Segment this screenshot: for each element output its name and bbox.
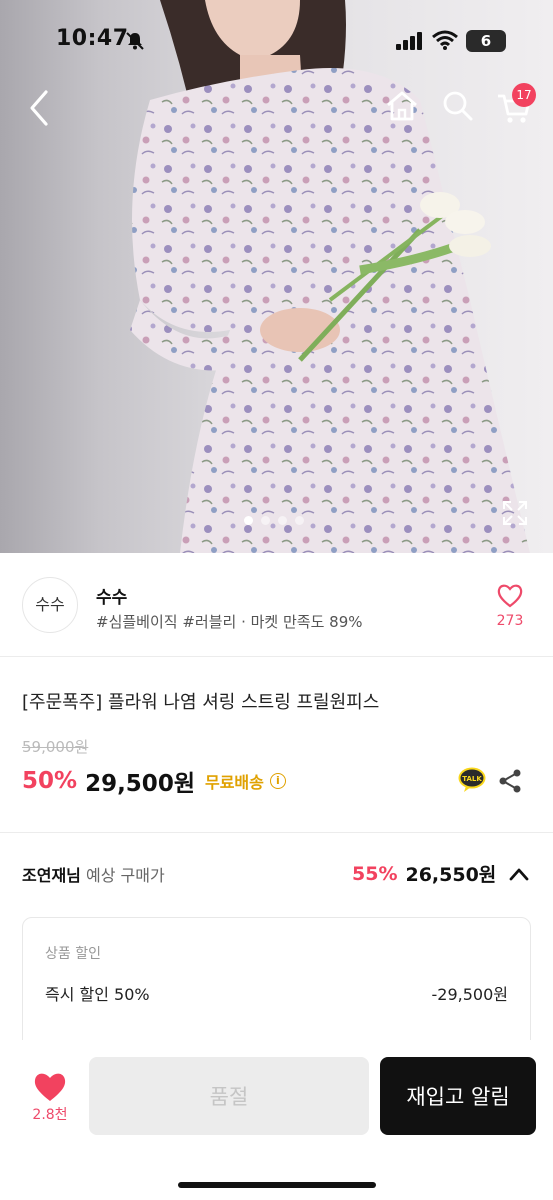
member-price-caption: 예상 구매가 xyxy=(80,866,165,885)
bell-slash-icon xyxy=(126,32,144,50)
wish-count: 2.8천 xyxy=(32,1107,68,1123)
carousel-dot[interactable] xyxy=(295,516,304,525)
back-arrow-icon[interactable] xyxy=(24,88,60,128)
instant-discount-amount: -29,500원 xyxy=(431,985,508,1004)
heart-filled-icon[interactable] xyxy=(30,1070,70,1104)
store-logo[interactable]: 수수 xyxy=(22,577,78,633)
store-info[interactable]: 수수 수수 #심플베이직 #러블리 · 마켓 만족도 89% 273 xyxy=(0,553,553,656)
member-price-amount: 26,550원 xyxy=(405,864,497,886)
battery-indicator: 6 xyxy=(466,30,506,52)
cart-count-badge: 17 xyxy=(512,83,536,107)
bottom-action-bar: 2.8천 품절 재입고 알림 xyxy=(0,1040,553,1200)
wifi-icon xyxy=(432,30,458,50)
divider xyxy=(0,656,553,657)
product-image[interactable]: 10:47 6 17 xyxy=(0,0,553,553)
discount-rate: 50% xyxy=(22,768,78,794)
member-price-label: 조연재님 예상 구매가 xyxy=(22,862,165,886)
svg-text:TALK: TALK xyxy=(462,775,482,783)
price-row: 50% 29,500원 무료배송 i xyxy=(22,764,286,798)
status-bar: 10:47 6 xyxy=(0,0,553,80)
member-price: 55% 26,550원 xyxy=(352,860,496,887)
carousel-dot[interactable] xyxy=(261,516,270,525)
divider xyxy=(0,832,553,833)
fullscreen-icon[interactable] xyxy=(502,500,528,526)
free-shipping-label: 무료배송 xyxy=(204,773,264,792)
search-icon[interactable] xyxy=(440,88,476,124)
instant-discount-label: 즉시 할인 50% xyxy=(45,985,150,1004)
discount-section-title: 상품 할인 xyxy=(45,946,101,962)
store-tags: #심플베이직 #러블리 · 마켓 만족도 89% xyxy=(96,613,363,631)
signal-icon xyxy=(396,32,422,50)
store-name[interactable]: 수수 xyxy=(96,583,127,608)
member-name: 조연재님 xyxy=(22,866,81,885)
sale-price: 29,500원 xyxy=(85,771,195,797)
status-time: 10:47 xyxy=(56,26,129,51)
product-photo xyxy=(130,0,530,553)
info-icon[interactable]: i xyxy=(269,773,286,789)
home-indicator xyxy=(178,1182,376,1188)
heart-outline-icon[interactable] xyxy=(492,581,528,609)
home-icon[interactable] xyxy=(384,88,420,124)
share-icon[interactable] xyxy=(498,768,522,794)
soldout-button[interactable]: 품절 xyxy=(89,1057,369,1135)
product-title: [주문폭주] 플라워 나염 셔링 스트링 프릴원피스 xyxy=(22,692,380,713)
carousel-dot[interactable] xyxy=(278,516,287,525)
restock-alert-button[interactable]: 재입고 알림 xyxy=(380,1057,536,1135)
store-like-count: 273 xyxy=(496,613,524,629)
chevron-up-icon[interactable] xyxy=(508,866,530,882)
kakao-talk-icon[interactable]: TALK xyxy=(458,767,486,793)
member-discount-rate: 55% xyxy=(352,862,398,885)
original-price: 59,000원 xyxy=(22,738,89,756)
carousel-dots[interactable] xyxy=(244,516,304,525)
carousel-dot[interactable] xyxy=(244,516,253,525)
